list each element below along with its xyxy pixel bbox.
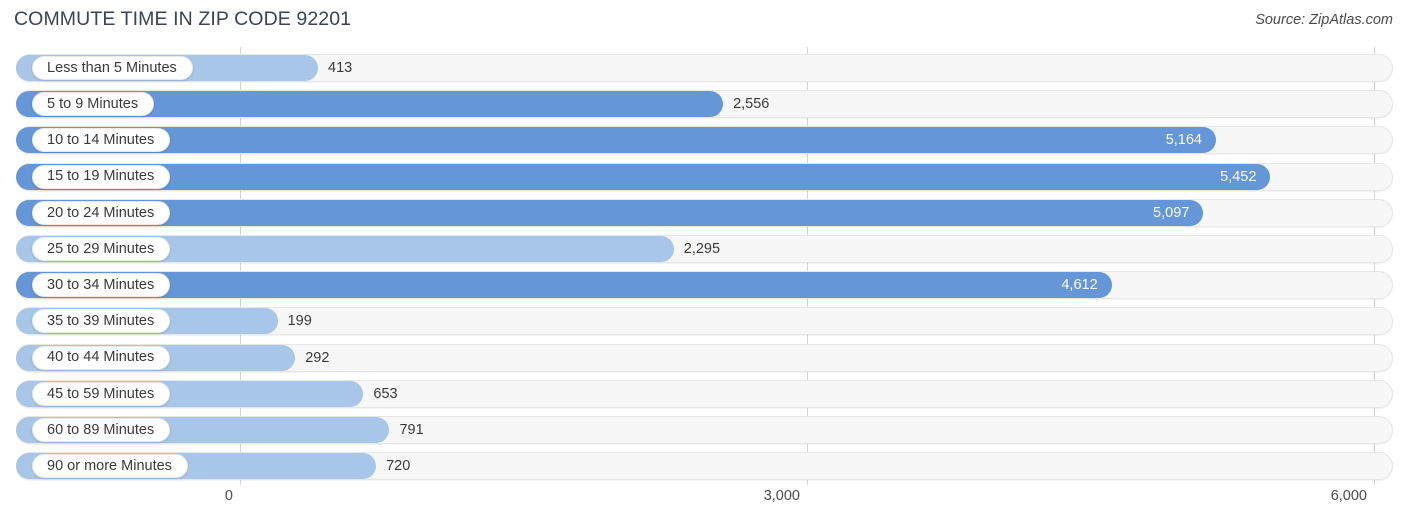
bar-row[interactable]: 15 to 19 Minutes 5,452 <box>0 161 1406 193</box>
bar-value-label: 4,612 <box>1061 277 1098 294</box>
bar-category-label-text: 90 or more Minutes <box>47 457 172 474</box>
plot-area: Less than 5 Minutes 413 5 to 9 Minutes 2,55… <box>0 47 1406 485</box>
bar-category-label: 30 to 34 Minutes <box>32 273 171 298</box>
bar-value-label: 2,556 <box>733 96 770 113</box>
bar-category-label: 25 to 29 Minutes <box>32 237 171 261</box>
bar-value-label: 413 <box>328 60 353 76</box>
bar-fill[interactable] <box>16 163 1271 190</box>
bar-row[interactable]: 10 to 14 Minutes 5,164 <box>0 124 1406 156</box>
bar-category-label: 15 to 19 Minutes <box>32 164 171 189</box>
bar-row[interactable]: Less than 5 Minutes 413 <box>0 52 1406 84</box>
bar-row[interactable]: 25 to 29 Minutes 2,295 <box>0 233 1406 265</box>
bar-category-label: 5 to 9 Minutes <box>32 92 155 117</box>
bar-fill[interactable] <box>16 127 1216 154</box>
bar-category-label-text: Less than 5 Minutes <box>47 59 177 76</box>
bar-value-label: 791 <box>399 422 424 438</box>
bar-row[interactable]: 60 to 89 Minutes 791 <box>0 414 1406 446</box>
bar-category-label-text: 40 to 44 Minutes <box>47 349 155 366</box>
bar-category-label: 20 to 24 Minutes <box>32 200 171 225</box>
bar-row[interactable]: 45 to 59 Minutes 653 <box>0 378 1406 410</box>
bar-category-label-text: 15 to 19 Minutes <box>47 168 155 185</box>
page-title: COMMUTE TIME IN ZIP CODE 92201 <box>14 8 352 30</box>
bar-category-label-text: 60 to 89 Minutes <box>47 421 155 438</box>
bar-category-label: 40 to 44 Minutes <box>32 345 171 370</box>
bar-category-label-text: 30 to 34 Minutes <box>47 276 155 293</box>
source-attribution: Source: ZipAtlas.com <box>1255 12 1393 28</box>
chart-container: COMMUTE TIME IN ZIP CODE 92201 Source: Z… <box>0 0 1406 522</box>
bar-row[interactable]: 40 to 44 Minutes 292 <box>0 342 1406 374</box>
bar-row[interactable]: 20 to 24 Minutes 5,097 <box>0 197 1406 229</box>
axis-tick-label: 3,000 <box>763 488 800 504</box>
bar-category-label: 90 or more Minutes <box>32 454 188 479</box>
bar-fill[interactable] <box>16 272 1112 299</box>
bar-value-label: 5,164 <box>1165 132 1202 149</box>
bar-category-label-text: 45 to 59 Minutes <box>47 385 155 402</box>
bar-category-label-text: 25 to 29 Minutes <box>47 240 155 257</box>
bar-row[interactable]: 35 to 39 Minutes 199 <box>0 305 1406 337</box>
bar-category-label: 60 to 89 Minutes <box>32 418 171 442</box>
bar-value-label: 199 <box>287 313 312 330</box>
axis-tick-label: 0 <box>224 488 233 504</box>
bar-fill[interactable] <box>16 199 1204 226</box>
bar-row[interactable]: 90 or more Minutes 720 <box>0 450 1406 482</box>
bar-category-label: 45 to 59 Minutes <box>32 381 171 406</box>
bar-category-label-text: 20 to 24 Minutes <box>47 204 155 221</box>
bar-category-label-text: 10 to 14 Minutes <box>47 132 155 149</box>
bar-value-label: 5,097 <box>1153 204 1190 221</box>
bar-value-label: 653 <box>373 385 398 402</box>
bar-row[interactable]: 30 to 34 Minutes 4,612 <box>0 269 1406 301</box>
bar-category-label: 10 to 14 Minutes <box>32 128 171 153</box>
bar-category-label: 35 to 39 Minutes <box>32 309 171 334</box>
bar-category-label-text: 5 to 9 Minutes <box>47 95 139 112</box>
x-axis: 0 3,000 6,000 <box>0 485 1406 515</box>
axis-tick-label: 6,000 <box>1330 488 1367 504</box>
bar-value-label: 2,295 <box>683 241 721 257</box>
bar-category-label-text: 35 to 39 Minutes <box>47 313 155 330</box>
bar-value-label: 720 <box>386 458 411 475</box>
bar-row[interactable]: 5 to 9 Minutes 2,556 <box>0 88 1406 120</box>
bar-category-label: Less than 5 Minutes <box>32 56 193 80</box>
bar-value-label: 5,452 <box>1220 168 1257 185</box>
bar-value-label: 292 <box>305 349 330 366</box>
